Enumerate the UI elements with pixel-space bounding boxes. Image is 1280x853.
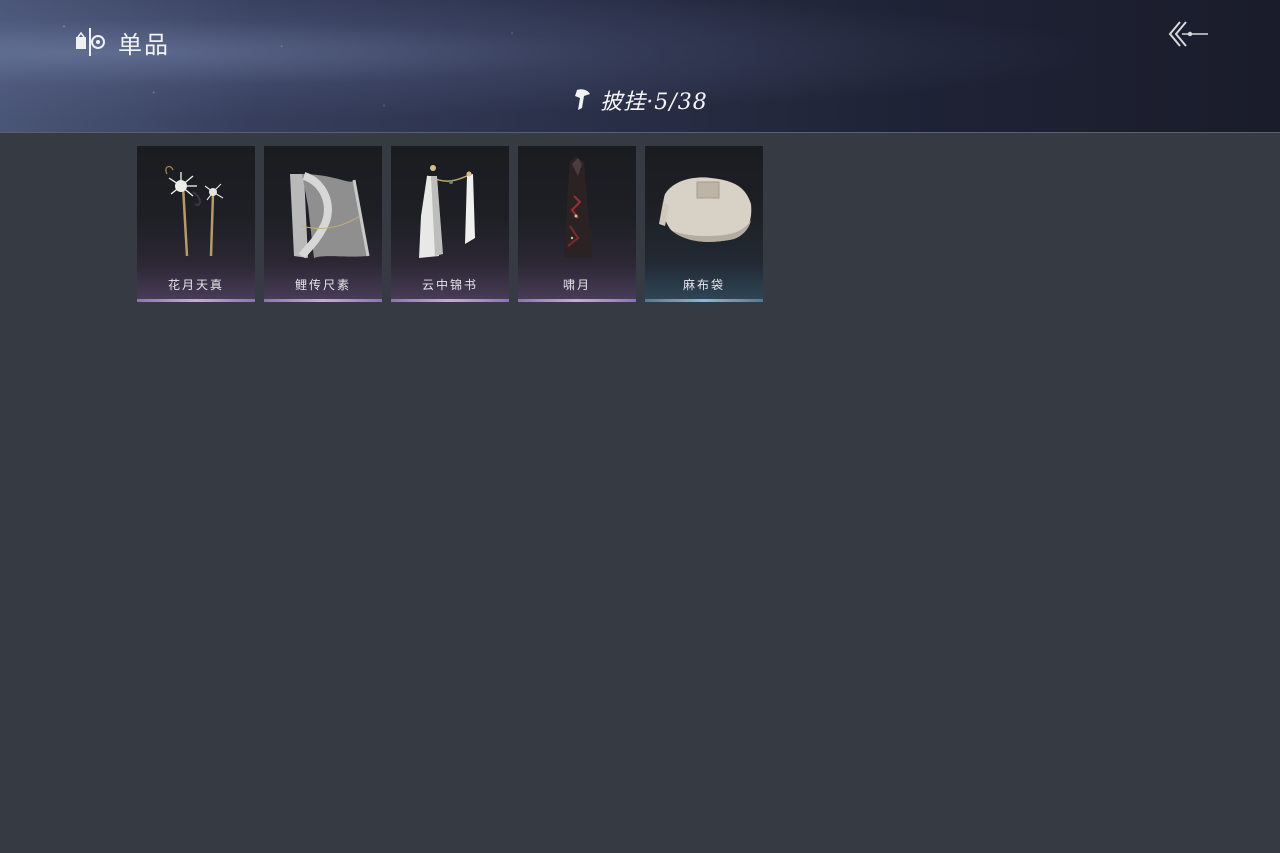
category-header: 披挂·5/38 xyxy=(0,84,1280,116)
item-name: 啸月 xyxy=(562,278,591,292)
item-card[interactable]: 花月天真 xyxy=(137,146,255,302)
silk-drape-icon xyxy=(290,172,370,259)
item-card[interactable]: 鲤传尺素 xyxy=(264,146,382,302)
cape-icon xyxy=(575,89,591,110)
item-name: 云中锦书 xyxy=(421,278,478,292)
item-name: 花月天真 xyxy=(167,278,224,292)
flower-hairpin-icon xyxy=(165,165,224,257)
page-title: 单品 xyxy=(118,30,170,59)
single-item-icon xyxy=(76,28,105,56)
item-name: 鲤传尺素 xyxy=(294,278,351,292)
title-group: 单品 xyxy=(72,24,170,60)
item-card[interactable]: 云中锦书 xyxy=(391,146,509,302)
dark-cape-icon xyxy=(564,156,592,258)
item-name: 麻布袋 xyxy=(682,278,725,292)
item-card[interactable]: 麻布袋 xyxy=(645,146,763,302)
back-arrow-icon[interactable] xyxy=(1166,18,1212,52)
category-label: 披挂·5/38 xyxy=(600,90,708,115)
burlap-sack-icon xyxy=(659,177,752,242)
header-bar: 单品 披挂·5/38 xyxy=(0,0,1280,133)
item-grid: 花月天真 鲤传尺素 云中锦书 啸月 麻布袋 xyxy=(137,146,763,302)
item-card[interactable]: 啸月 xyxy=(518,146,636,302)
white-banner-icon xyxy=(419,165,475,258)
